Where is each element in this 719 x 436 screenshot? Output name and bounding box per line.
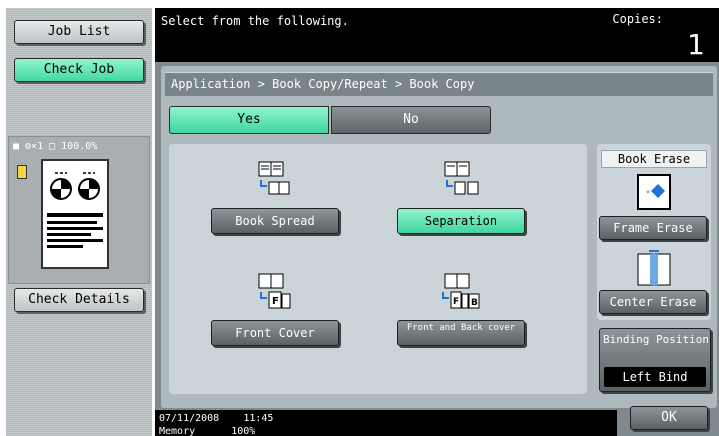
book-copy-panel: Application > Book Copy/Repeat > Book Co… xyxy=(161,66,717,408)
separation-button[interactable]: Separation xyxy=(397,208,525,234)
breadcrumb: Application > Book Copy/Repeat > Book Co… xyxy=(165,72,713,96)
memory-label: Memory xyxy=(159,426,196,436)
front-back-cover-button[interactable]: Front and Back cover xyxy=(397,320,525,346)
book-erase-panel: Book Erase « Frame Erase Center Erase xyxy=(597,144,711,320)
status-bar: 07/11/2008 11:45 Memory 100% xyxy=(155,410,617,436)
preview-info: ■ ⚙×1 □ 100.0% xyxy=(13,141,98,152)
left-sidebar: Job List Check Job ■ ⚙×1 □ 100.0% Check … xyxy=(6,8,152,436)
preview-drawing-icon xyxy=(47,172,103,248)
svg-text:F: F xyxy=(453,297,459,307)
ok-button[interactable]: OK xyxy=(630,406,708,430)
separation-icon xyxy=(444,161,479,195)
yes-no-toggle: Yes No xyxy=(169,106,493,134)
status-date: 07/11/2008 xyxy=(159,413,220,424)
book-spread-icon xyxy=(258,161,290,195)
copier-screen: Job List Check Job ■ ⚙×1 □ 100.0% Check … xyxy=(0,0,719,436)
front-cover-icon: F xyxy=(258,273,291,309)
svg-text:B: B xyxy=(471,298,478,308)
check-details-button[interactable]: Check Details xyxy=(14,288,144,312)
message-bar: Select from the following. Copies: 1 xyxy=(155,8,719,62)
check-job-button[interactable]: Check Job xyxy=(14,58,144,82)
book-spread-button[interactable]: Book Spread xyxy=(211,208,339,234)
frame-erase-button[interactable]: Frame Erase xyxy=(599,216,707,240)
date-time: 07/11/2008 11:45 xyxy=(159,413,273,424)
center-erase-button[interactable]: Center Erase xyxy=(599,290,707,314)
binding-position-button[interactable]: Binding Position Left Bind xyxy=(599,328,711,392)
svg-text:«: « xyxy=(646,188,650,196)
memory-status: Memory 100% xyxy=(159,426,255,436)
copies-label: Copies: xyxy=(612,12,663,26)
center-erase-icon xyxy=(637,250,671,286)
binding-position-value: Left Bind xyxy=(604,367,706,387)
svg-text:F: F xyxy=(272,296,279,307)
frame-erase-icon: « xyxy=(637,174,671,210)
copies-count: 1 xyxy=(687,28,705,61)
main-area: Application > Book Copy/Repeat > Book Co… xyxy=(155,62,719,410)
book-erase-title: Book Erase xyxy=(601,150,707,168)
page-preview xyxy=(41,159,109,269)
instruction-text: Select from the following. xyxy=(161,14,349,28)
memory-value: 100% xyxy=(231,426,256,436)
book-copy-options: Book Spread Separation F Front Cover F B… xyxy=(169,144,587,394)
binding-position-label: Binding Position xyxy=(603,333,709,346)
front-cover-button[interactable]: Front Cover xyxy=(211,320,339,346)
no-button[interactable]: No xyxy=(331,106,491,134)
front-back-cover-icon: F B xyxy=(442,273,480,309)
job-list-button[interactable]: Job List xyxy=(14,20,144,44)
page-count-icon xyxy=(17,165,27,179)
yes-button[interactable]: Yes xyxy=(169,106,329,134)
status-time: 11:45 xyxy=(243,413,274,424)
preview-panel: ■ ⚙×1 □ 100.0% xyxy=(8,136,150,284)
